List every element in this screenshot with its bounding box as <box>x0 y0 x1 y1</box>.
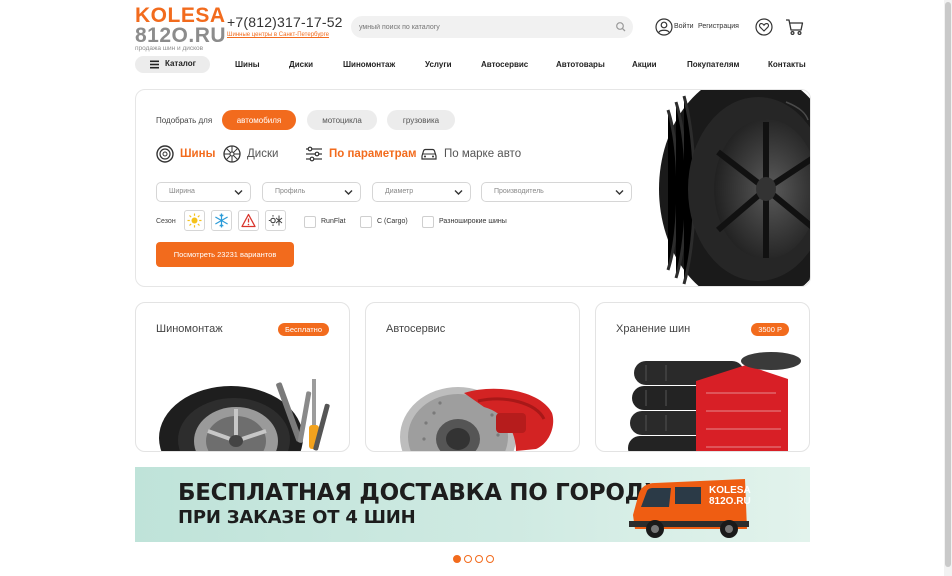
chevron-down-icon <box>234 190 243 195</box>
phone-subtitle-link[interactable]: Шинные центры в Санкт-Петербурге <box>227 32 329 38</box>
nav-item-wheels[interactable]: Диски <box>289 60 313 69</box>
snowflake-icon <box>215 213 228 228</box>
pagination-dot[interactable] <box>475 555 483 563</box>
wheel-disc-icon <box>223 145 241 163</box>
nav-item-services[interactable]: Услуги <box>425 60 452 69</box>
card-badge: 3500 Р <box>751 323 789 336</box>
width-select-value: Ширина <box>169 188 195 195</box>
service-card-tire-fitting[interactable]: Шиномонтаж Бесплатно <box>135 302 350 452</box>
season-all-season-toggle[interactable] <box>265 210 286 231</box>
nav-item-customers[interactable]: Покупателям <box>687 60 739 69</box>
cargo-label: C (Cargo) <box>377 218 408 225</box>
card-title: Хранение шин <box>616 323 691 335</box>
season-label: Сезон <box>156 218 176 225</box>
menu-icon <box>150 60 159 69</box>
hero-tire-image <box>656 90 810 286</box>
logo-line2: 812O.RU <box>135 24 227 47</box>
tab-truck[interactable]: грузовика <box>387 110 455 130</box>
warning-triangle-icon <box>241 213 256 228</box>
all-season-icon <box>268 215 283 226</box>
nav-item-car-goods[interactable]: Автотовары <box>556 60 605 69</box>
sun-icon <box>187 213 202 228</box>
season-winter-toggle[interactable] <box>211 210 232 231</box>
runflat-label: RunFlat <box>321 218 346 225</box>
cart-icon[interactable] <box>785 18 804 36</box>
season-summer-toggle[interactable] <box>184 210 205 231</box>
tire-selector-panel: Подобрать для автомобиля мотоцикла грузо… <box>135 89 811 287</box>
search-icon[interactable] <box>615 21 627 33</box>
profile-select-value: Профиль <box>275 188 306 195</box>
card-title: Автосервис <box>386 323 446 335</box>
manufacturer-select[interactable]: Производитель <box>481 182 632 202</box>
nav-item-tire-fitting[interactable]: Шиномонтаж <box>343 60 395 69</box>
service-card-car-service[interactable]: Автосервис <box>365 302 580 452</box>
nav-item-car-service[interactable]: Автосервис <box>481 60 528 69</box>
tab-by-parameters-label: По параметрам <box>329 148 417 160</box>
profile-select[interactable]: Профиль <box>262 182 361 202</box>
tab-wheels[interactable]: Диски <box>223 145 278 163</box>
catalog-button[interactable]: Каталог <box>135 56 210 73</box>
chevron-down-icon <box>344 190 353 195</box>
cargo-checkbox[interactable] <box>360 216 372 228</box>
chevron-down-icon <box>454 190 463 195</box>
pagination-dot[interactable] <box>464 555 472 563</box>
tab-tires[interactable]: Шины <box>156 145 215 163</box>
tab-tires-label: Шины <box>180 148 216 160</box>
tab-by-car-brand[interactable]: По марке авто <box>420 145 521 163</box>
diameter-select[interactable]: Диаметр <box>372 182 471 202</box>
card-badge: Бесплатно <box>277 323 329 336</box>
favorites-heart-icon[interactable] <box>755 18 773 36</box>
tab-by-car-brand-label: По марке авто <box>444 148 522 160</box>
van-logo-line1: KOLESA <box>709 485 751 496</box>
van-logo-line2: 812O.RU <box>709 496 751 507</box>
chevron-down-icon <box>615 190 624 195</box>
pagination-dot[interactable] <box>486 555 494 563</box>
logo-tagline: продажа шин и дисков <box>135 45 204 52</box>
site-logo[interactable]: KOLESA 812O.RU продажа шин и дисков <box>135 4 227 52</box>
nav-item-tires[interactable]: Шины <box>235 60 260 69</box>
page-scrollbar[interactable] <box>944 0 952 576</box>
tab-car[interactable]: автомобиля <box>222 110 296 130</box>
runflat-checkbox[interactable] <box>304 216 316 228</box>
tab-by-parameters[interactable]: По параметрам <box>305 145 417 163</box>
tire-and-tools-image <box>159 379 330 451</box>
search-input[interactable] <box>359 16 609 38</box>
nav-item-contacts[interactable]: Контакты <box>768 60 806 69</box>
brake-caliper-image <box>400 387 554 451</box>
staggered-tires-label: Разноширокие шины <box>439 218 507 225</box>
pagination-dot[interactable] <box>453 555 461 563</box>
season-studded-toggle[interactable] <box>238 210 259 231</box>
manufacturer-select-value: Производитель <box>494 188 544 195</box>
free-delivery-banner[interactable]: БЕСПЛАТНАЯ ДОСТАВКА ПО ГОРОДУ ПРИ ЗАКАЗЕ… <box>135 467 810 542</box>
tire-icon <box>156 145 174 163</box>
login-link[interactable]: Войти <box>674 23 694 30</box>
scrollbar-thumb[interactable] <box>945 2 951 567</box>
show-results-button[interactable]: Посмотреть 23231 вариантов <box>156 242 294 267</box>
stacked-tires-image <box>628 352 801 451</box>
banner-line2: ПРИ ЗАКАЗЕ ОТ 4 ШИН <box>178 507 416 528</box>
service-card-tire-storage[interactable]: Хранение шин 3500 Р <box>595 302 810 452</box>
nav-item-promotions[interactable]: Акции <box>632 60 657 69</box>
catalog-label: Каталог <box>165 59 196 68</box>
banner-line1: БЕСПЛАТНАЯ ДОСТАВКА ПО ГОРОДУ <box>178 480 663 506</box>
tab-wheels-label: Диски <box>247 148 279 160</box>
phone-number[interactable]: +7(812)317-17-52 <box>227 14 343 30</box>
tab-motorcycle[interactable]: мотоцикла <box>307 110 377 130</box>
car-icon <box>421 148 437 160</box>
register-link[interactable]: Регистрация <box>698 23 739 30</box>
user-icon[interactable] <box>655 18 673 36</box>
pick-for-label: Подобрать для <box>156 116 213 125</box>
width-select[interactable]: Ширина <box>156 182 251 202</box>
staggered-tires-checkbox[interactable] <box>422 216 434 228</box>
search-bar[interactable] <box>351 16 633 38</box>
diameter-select-value: Диаметр <box>385 188 414 195</box>
sliders-icon <box>306 146 322 162</box>
logo-line1: KOLESA <box>135 4 226 27</box>
banner-pagination <box>453 555 494 563</box>
delivery-van-image: KOLESA 812O.RU <box>629 479 751 538</box>
card-title: Шиномонтаж <box>156 323 223 335</box>
